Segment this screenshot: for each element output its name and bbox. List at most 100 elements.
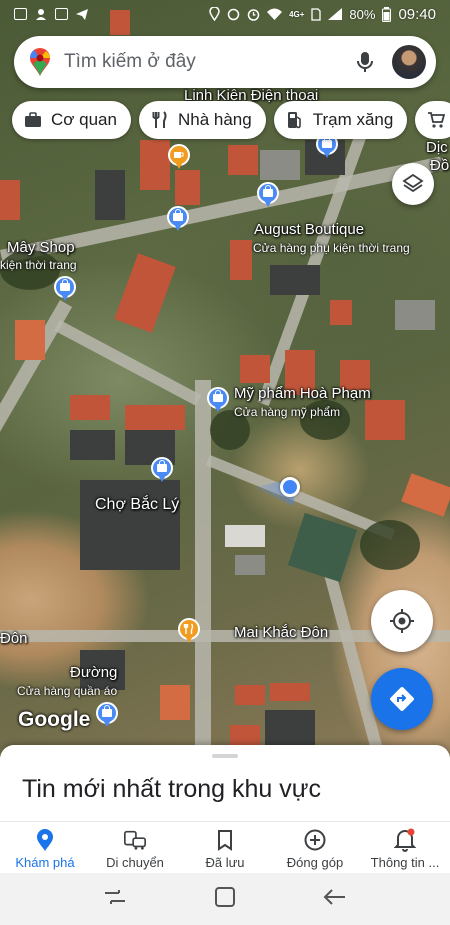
gas-station-icon [286, 111, 304, 129]
bell-icon [393, 828, 417, 852]
google-maps-pin-icon [30, 48, 50, 76]
chip-label: Trạm xăng [312, 110, 394, 129]
map-building [140, 140, 170, 190]
search-input[interactable]: Tìm kiếm ở đây [64, 51, 352, 73]
map-label[interactable]: Dịc [426, 140, 448, 156]
map-building [401, 473, 450, 517]
map-road [320, 556, 384, 754]
map-building [395, 300, 435, 330]
notification-status-icon [227, 8, 240, 20]
map-sublabel: kiện thời trang [0, 258, 77, 272]
map-building [228, 145, 258, 175]
layers-button[interactable] [392, 163, 434, 205]
search-bar[interactable]: Tìm kiếm ở đây [14, 36, 436, 88]
map-building [365, 400, 405, 440]
map-label[interactable]: Đường [70, 665, 117, 681]
nav-contribute[interactable]: Đóng góp [270, 822, 360, 873]
home-icon[interactable] [214, 886, 236, 913]
nav-updates[interactable]: Thông tin ... [360, 822, 450, 873]
map-building [230, 240, 252, 280]
shopping-bag-icon [102, 705, 112, 717]
account-avatar[interactable] [392, 45, 426, 79]
map-building [175, 170, 200, 205]
street-label: Mai Khắc Đôn [234, 624, 329, 641]
shop-pin[interactable] [167, 206, 189, 232]
status-right: 4G+ 80% 09:40 [209, 6, 436, 23]
sheet-drag-handle[interactable] [212, 754, 238, 758]
shop-pin-tail [264, 200, 272, 207]
chip-co-quan[interactable]: Cơ quan [12, 101, 131, 139]
map-label[interactable]: Mây Shop [7, 240, 75, 256]
chip-label: Nhà hàng [177, 110, 252, 129]
crosshair-icon [390, 609, 414, 633]
bottom-sheet[interactable]: Tin mới nhất trong khu vực [0, 745, 450, 821]
map-label[interactable]: August Boutique [254, 222, 364, 238]
fork-knife-icon [183, 623, 194, 634]
mic-icon[interactable] [352, 49, 378, 75]
chip-shopping[interactable] [415, 101, 450, 139]
restaurant-pin-tail [175, 162, 183, 169]
shop-pin[interactable] [151, 457, 173, 483]
map-building [270, 683, 310, 701]
bookmark-icon [213, 828, 237, 852]
chip-tram-xang[interactable]: Trạm xăng [273, 101, 408, 139]
nav-saved[interactable]: Đã lưu [180, 822, 270, 873]
nav-commute[interactable]: Di chuyển [90, 822, 180, 873]
nav-explore[interactable]: Khám phá [0, 822, 90, 873]
shopping-bag-icon [263, 185, 273, 197]
map-road [195, 380, 211, 760]
nav-label: Thông tin ... [370, 855, 440, 870]
current-location-dot [280, 477, 300, 497]
bottom-nav: Khám phá Di chuyển Đã lưu Đóng góp Thông… [0, 821, 450, 873]
map-building [0, 180, 20, 220]
restaurant-icon [151, 111, 169, 129]
map-label[interactable]: Chợ Bắc Lý [95, 496, 179, 514]
nav-label: Đã lưu [205, 855, 245, 870]
person-pin-icon [36, 9, 46, 20]
shop-pin[interactable] [96, 702, 118, 728]
map-label[interactable]: Đồ [430, 158, 449, 174]
sim-icon [311, 7, 322, 21]
wifi-icon [267, 8, 283, 20]
restaurant-pin-tail [185, 636, 193, 643]
sheet-title: Tin mới nhất trong khu vực [22, 775, 321, 803]
commute-icon [123, 828, 147, 852]
map-building [235, 555, 265, 575]
layers-icon [402, 173, 424, 193]
directions-icon [390, 687, 414, 711]
google-logo: Google [18, 708, 91, 731]
map-sublabel: Cửa hàng mỹ phẩm [234, 405, 341, 419]
back-icon[interactable] [323, 888, 347, 911]
shop-pin[interactable] [207, 387, 229, 413]
nav-label: Khám phá [15, 855, 75, 870]
nav-label: Di chuyển [106, 855, 164, 870]
map-building [287, 512, 358, 583]
cup-icon [174, 152, 184, 158]
map-building [15, 320, 45, 360]
network-type: 4G+ [289, 9, 305, 19]
map-building [225, 525, 265, 547]
image-icon [55, 8, 68, 20]
street-label: Đôn [0, 630, 28, 647]
battery-level: 80% [349, 6, 376, 22]
alarm-icon [247, 8, 260, 21]
shop-pin[interactable] [54, 276, 76, 302]
map-building [70, 395, 110, 420]
location-status-icon [209, 7, 220, 21]
my-location-button[interactable] [371, 590, 433, 652]
shop-pin[interactable] [257, 182, 279, 208]
map-tree [360, 520, 420, 570]
shopping-bag-icon [213, 390, 223, 402]
restaurant-pin[interactable] [178, 618, 200, 644]
directions-button[interactable] [371, 668, 433, 730]
map-building [125, 405, 185, 430]
shop-pin-tail [158, 475, 166, 482]
map-label[interactable]: Mỹ phẩm Hoà Phạm [234, 386, 371, 402]
restaurant-pin[interactable] [168, 144, 190, 170]
recents-icon[interactable] [103, 888, 127, 911]
map-building [114, 253, 176, 333]
map-building [265, 710, 315, 750]
category-chips: Cơ quan Nhà hàng Trạm xăng [12, 101, 450, 139]
system-nav-bar [0, 873, 450, 925]
chip-nha-hang[interactable]: Nhà hàng [138, 101, 266, 139]
